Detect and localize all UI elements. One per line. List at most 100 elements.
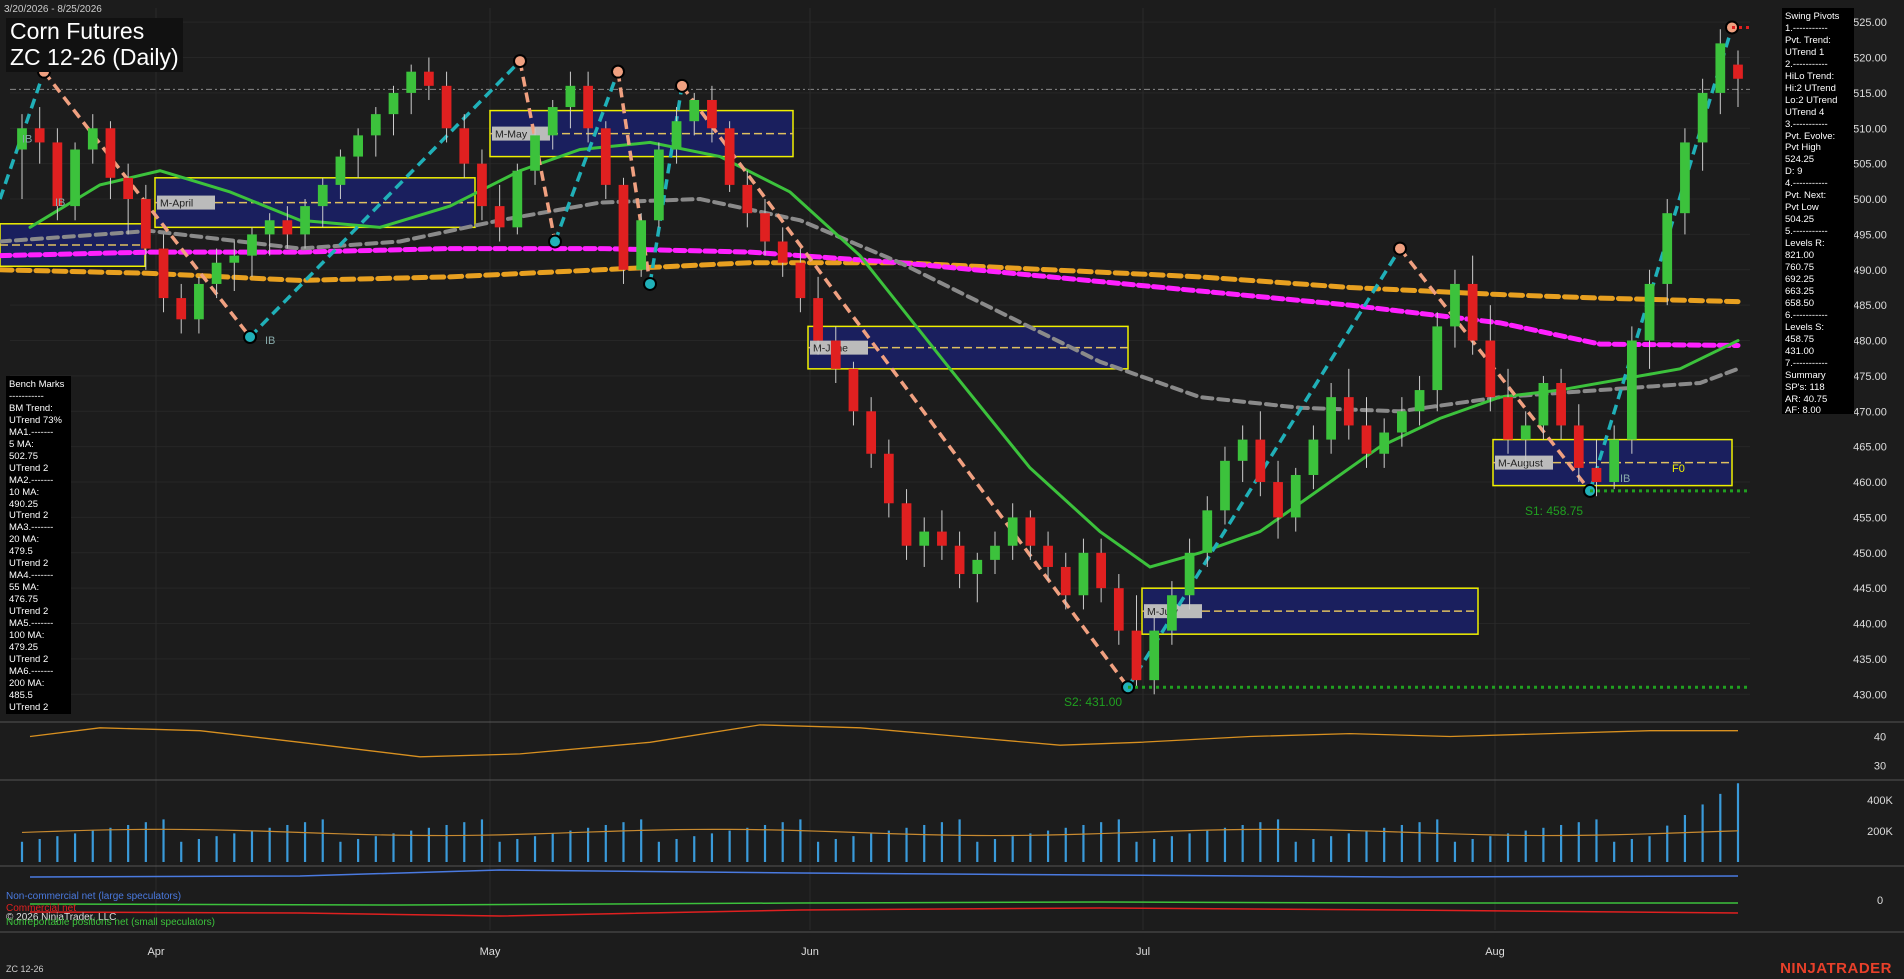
price-axis[interactable]: 430.00 435.00 440.00 445.00 450.00 455.00 460.…: [1853, 17, 1887, 701]
candle-body: [671, 121, 682, 150]
candle-body: [353, 135, 363, 157]
candle-body: [1113, 588, 1124, 631]
panel-line: MA1.-------: [9, 426, 54, 438]
candle-body: [1414, 390, 1425, 412]
candle-body: [105, 128, 116, 178]
panel-line: 431.00: [1785, 345, 1815, 357]
panel-line: 458.75: [1785, 333, 1815, 345]
y-tick-label: 485.00: [1853, 300, 1887, 312]
panel-line: Lo:2 UTrend: [1785, 94, 1838, 106]
panel-line: 3.-----------: [1785, 118, 1828, 130]
candle-body: [494, 206, 505, 228]
price-chart[interactable]: M-AprilM-MayM-JuneM-JulyM-August F0 IBIBI…: [0, 0, 1904, 979]
y-tick-label: 460.00: [1853, 477, 1887, 489]
small-spec-line: [29, 901, 1738, 906]
y-tick-label: 480.00: [1853, 336, 1887, 348]
y-tick-label: 490.00: [1853, 265, 1887, 277]
panel-line: AR: 40.75: [1785, 393, 1828, 405]
bench-marks-panel: Bench Marks ----------- BM Trend: UTrend 73…: [6, 376, 71, 714]
panel-line: Swing Pivots: [1785, 11, 1840, 22]
panel-line: Pvt. Trend:: [1785, 34, 1831, 46]
candle-body: [1220, 460, 1230, 511]
panel-line: 100 MA:: [9, 630, 45, 642]
candle-body: [459, 128, 470, 164]
candle-body: [1591, 467, 1602, 483]
panel-line: HiLo Trend:: [1785, 70, 1835, 82]
candle-body: [583, 85, 593, 129]
pivot-marker: [243, 330, 257, 345]
panel-line: Summary: [1785, 369, 1826, 381]
candle-body: [1202, 510, 1213, 553]
y-tick-label: 510.00: [1853, 123, 1887, 135]
candle-body: [424, 71, 434, 86]
time-axis[interactable]: Apr May Jun Jul Aug: [147, 946, 1504, 958]
panel-line: Pvt. Next:: [1785, 190, 1827, 202]
panel-line: Hi:2 UTrend: [1785, 82, 1836, 94]
panel-line: 479.25: [9, 641, 39, 653]
candle-body: [1503, 397, 1513, 440]
pivot-marker: [643, 276, 657, 291]
panel-line: 200 MA:: [9, 677, 45, 689]
candle-body: [972, 559, 983, 575]
panel-line: UTrend 73%: [9, 414, 62, 426]
panel-line: 490.25: [9, 498, 39, 510]
ib-label: IB: [55, 197, 65, 209]
candle-body: [707, 99, 717, 129]
legend-noncommercial: Non-commercial net (large speculators): [6, 891, 182, 902]
candle-body: [1573, 425, 1584, 468]
candle-body: [565, 85, 576, 108]
candle-body: [1149, 630, 1160, 681]
panel-line: 20 MA:: [9, 534, 40, 546]
panel-line: D: 9: [1785, 166, 1803, 178]
s1-label: S1: 458.75: [1525, 504, 1584, 518]
ib-label: IB: [22, 133, 32, 145]
panel-line: Levels S:: [1785, 321, 1825, 333]
panel-line: Levels R:: [1785, 238, 1825, 250]
candle-body: [1467, 283, 1478, 341]
date-range: 3/20/2026 - 8/25/2026: [4, 4, 102, 15]
panel-line: MA3.-------: [9, 522, 54, 534]
candle-body: [1255, 439, 1266, 483]
candle-body: [1290, 474, 1301, 518]
page-subtitle: ZC 12-26 (Daily): [10, 44, 179, 70]
candle-body: [724, 128, 735, 185]
panel-line: -----------: [9, 390, 44, 402]
candle-body: [1308, 439, 1319, 475]
panel-line: 7.-----------: [1785, 357, 1828, 369]
y-tick-label: 435.00: [1853, 654, 1887, 666]
title-block: Corn Futures ZC 12-26 (Daily): [6, 18, 183, 72]
candle-body: [176, 298, 187, 320]
panel-line: 524.25: [1785, 154, 1815, 166]
candle-body: [317, 184, 328, 207]
brand-logo: NINJATRADER: [1780, 960, 1892, 977]
volume-average: [21, 828, 1739, 837]
candle-body: [795, 262, 806, 299]
candle-body: [264, 220, 275, 235]
candle-body: [1397, 411, 1407, 433]
pivot-marker: [548, 234, 562, 249]
panel-line: UTrend 4: [1785, 106, 1825, 118]
x-tick-label: Jun: [801, 946, 819, 958]
pivot-marker: [675, 78, 689, 93]
noncommercial-line: [29, 869, 1739, 878]
panel-line: 10 MA:: [9, 486, 40, 498]
candle-body: [70, 149, 80, 207]
indicator-panels: 30 40 200K 400K 0: [0, 721, 1904, 933]
candle-body: [1485, 340, 1496, 398]
candle-body: [636, 220, 647, 270]
swing-down-line: [680, 84, 1130, 689]
candle-body: [1538, 382, 1549, 426]
candle-body: [211, 262, 222, 284]
candle-body: [883, 453, 894, 504]
panel-line: Pvt. Evolve:: [1785, 130, 1836, 142]
candle-body: [866, 411, 877, 454]
swing-up-line: [1588, 26, 1734, 492]
candle-body: [406, 71, 417, 93]
panel-line: 1.-----------: [1785, 22, 1828, 34]
candle-body: [1680, 142, 1690, 214]
s2-label: S2: 431.00: [1064, 695, 1123, 709]
panel-line: BM Trend:: [9, 402, 53, 414]
candle-body: [742, 184, 753, 214]
panel-line: 821.00: [1785, 250, 1815, 262]
panel-line: Pvt Low: [1785, 202, 1819, 214]
